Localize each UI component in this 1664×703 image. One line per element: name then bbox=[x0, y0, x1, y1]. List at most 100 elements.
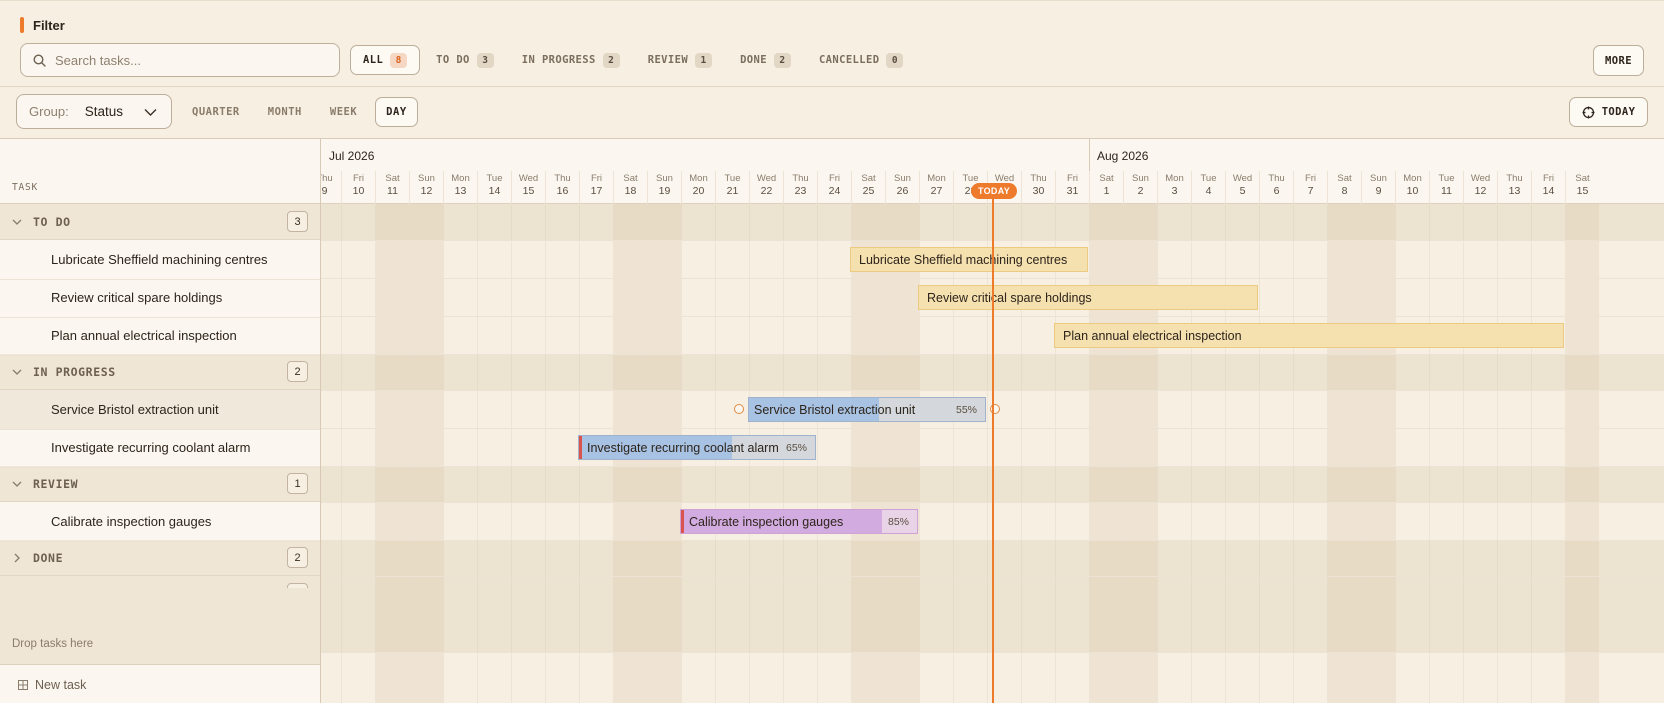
task-row[interactable]: Investigate recurring coolant alarm bbox=[0, 428, 320, 468]
group-count-badge: 2 bbox=[287, 361, 308, 382]
task-panel: TASK TO DO3IN PROGRESS2REVIEW1DONE2CANCE… bbox=[0, 138, 321, 703]
group-row-review[interactable]: REVIEW 1 bbox=[0, 466, 320, 502]
day-number: 12 bbox=[1474, 185, 1487, 197]
day-name: Tue bbox=[724, 173, 741, 184]
task-row[interactable]: Lubricate Sheffield machining centres bbox=[0, 240, 320, 280]
day-header-cell: Thu9 bbox=[321, 171, 341, 204]
zoom-tab-quarter[interactable]: QUARTER bbox=[182, 97, 250, 127]
search-input[interactable] bbox=[55, 52, 325, 68]
today-marker: TODAY bbox=[971, 183, 1018, 199]
day-name: Thu bbox=[1506, 173, 1523, 184]
chevron-down-icon bbox=[144, 109, 157, 116]
group-name: DONE bbox=[33, 550, 64, 565]
day-header-cell: Sun 12 bbox=[409, 171, 443, 204]
task-bar[interactable]: Investigate recurring coolant alarm 65% bbox=[578, 435, 816, 460]
day-name: Thu bbox=[1030, 173, 1047, 184]
day-number: 14 bbox=[1542, 185, 1555, 197]
day-name: Sat bbox=[385, 173, 400, 184]
day-header-cell: Sun 2 bbox=[1123, 171, 1157, 204]
today-button[interactable]: TODAY bbox=[1569, 97, 1648, 127]
more-button[interactable]: MORE bbox=[1593, 45, 1644, 76]
month-label: Aug 2026 bbox=[1097, 149, 1149, 163]
task-row[interactable]: Plan annual electrical inspection bbox=[0, 316, 320, 356]
day-name: Sat bbox=[1337, 173, 1352, 184]
task-bar[interactable]: Service Bristol extraction unit 55% bbox=[748, 397, 986, 422]
status-tab-to-do[interactable]: TO DO 3 bbox=[424, 45, 506, 75]
day-header-cell: Sat 11 bbox=[375, 171, 409, 204]
day-number: 31 bbox=[1066, 185, 1079, 197]
day-name: Wed bbox=[518, 173, 539, 184]
day-number: 2 bbox=[1137, 185, 1144, 197]
group-row-in-progress[interactable]: IN PROGRESS 2 bbox=[0, 354, 320, 390]
day-header-cell: Wed 5 bbox=[1225, 171, 1259, 204]
group-count-badge: 2 bbox=[287, 547, 308, 568]
status-tab-in-progress[interactable]: IN PROGRESS 2 bbox=[510, 45, 632, 75]
day-name: Fri bbox=[828, 173, 841, 184]
group-name: IN PROGRESS bbox=[33, 364, 116, 379]
day-header-cell: Sun 9 bbox=[1361, 171, 1395, 204]
status-tab-count: 8 bbox=[390, 52, 408, 68]
task-bar[interactable]: Calibrate inspection gauges 85% bbox=[680, 509, 918, 534]
chevron-right-icon[interactable] bbox=[11, 552, 23, 564]
day-number: 11 bbox=[387, 185, 398, 197]
task-bar[interactable]: Plan annual electrical inspection bbox=[1054, 323, 1564, 348]
task-bar[interactable]: Review critical spare holdings bbox=[918, 285, 1258, 310]
task-column-header: TASK bbox=[0, 139, 320, 204]
day-number: 20 bbox=[692, 185, 705, 197]
zoom-tab-month[interactable]: MONTH bbox=[258, 97, 312, 127]
status-tab-done[interactable]: DONE 2 bbox=[728, 45, 803, 75]
resize-handle-start[interactable] bbox=[734, 404, 744, 414]
day-name: Fri bbox=[1542, 173, 1555, 184]
day-name: Wed bbox=[1470, 173, 1491, 184]
task-row[interactable]: Service Bristol extraction unit bbox=[0, 390, 320, 430]
day-name: Thu bbox=[321, 173, 333, 184]
day-name: Tue bbox=[486, 173, 503, 184]
chevron-down-icon[interactable] bbox=[11, 478, 23, 490]
zoom-tab-week[interactable]: WEEK bbox=[320, 97, 367, 127]
search-box[interactable] bbox=[20, 43, 340, 77]
filter-accent-mark bbox=[20, 17, 24, 33]
group-by-select[interactable]: Group: Status bbox=[16, 94, 172, 129]
group-by-label: Group: bbox=[29, 104, 69, 119]
day-number: 7 bbox=[1307, 185, 1314, 197]
chevron-down-icon[interactable] bbox=[11, 366, 23, 378]
task-bar-percent: 85% bbox=[887, 515, 909, 528]
status-filter-tabs: ALL 8 TO DO 3 IN PROGRESS 2 REVIEW 1 DONE 2 CANCEL… bbox=[350, 45, 919, 75]
task-row[interactable]: Review critical spare holdings bbox=[0, 278, 320, 318]
status-tab-count: 0 bbox=[886, 52, 904, 68]
group-row-to-do[interactable]: TO DO 3 bbox=[0, 204, 320, 240]
day-number: 9 bbox=[1375, 185, 1382, 197]
status-tab-all[interactable]: ALL 8 bbox=[350, 45, 421, 75]
day-number: 19 bbox=[658, 185, 671, 197]
filter-title: Filter bbox=[20, 17, 65, 33]
day-number: 1 bbox=[1103, 185, 1110, 197]
day-number: 10 bbox=[352, 185, 365, 197]
group-row-done[interactable]: DONE 2 bbox=[0, 540, 320, 576]
day-header-cell: Sun 19 bbox=[647, 171, 681, 204]
filter-bar: Filter ALL 8 TO DO 3 IN PROGRESS 2 REVIEW 1 DONE… bbox=[0, 0, 1664, 87]
status-tab-review[interactable]: REVIEW 1 bbox=[636, 45, 724, 75]
day-name: Thu bbox=[1268, 173, 1285, 184]
day-header-cell: Thu 30 bbox=[1021, 171, 1055, 204]
day-header-cell: Mon 27 bbox=[919, 171, 953, 204]
new-task-button[interactable]: New task bbox=[0, 664, 320, 703]
day-name: Sat bbox=[861, 173, 876, 184]
chevron-down-icon[interactable] bbox=[11, 216, 23, 228]
today-button-label: TODAY bbox=[1601, 106, 1636, 118]
day-header-cell: Thu 16 bbox=[545, 171, 579, 204]
status-tab-cancelled[interactable]: CANCELLED 0 bbox=[807, 45, 916, 75]
day-name: Thu bbox=[792, 173, 809, 184]
day-name: Fri bbox=[352, 173, 365, 184]
day-header-cell: Sat 8 bbox=[1327, 171, 1361, 204]
day-header-cell: Wed 22 bbox=[749, 171, 783, 204]
day-header-cell: Sat 15 bbox=[1565, 171, 1599, 204]
day-header-cell: Wed 15 bbox=[511, 171, 545, 204]
zoom-tab-day[interactable]: DAY bbox=[375, 97, 418, 127]
day-name: Mon bbox=[927, 173, 946, 184]
task-bar[interactable]: Lubricate Sheffield machining centres bbox=[850, 247, 1088, 272]
day-header-cell: Tue 14 bbox=[477, 171, 511, 204]
day-header-cell: Fri 17 bbox=[579, 171, 613, 204]
task-row[interactable]: Calibrate inspection gauges bbox=[0, 502, 320, 542]
month-label: Jul 2026 bbox=[329, 149, 375, 163]
cancelled-drop-zone[interactable]: Drop tasks here bbox=[0, 588, 320, 664]
